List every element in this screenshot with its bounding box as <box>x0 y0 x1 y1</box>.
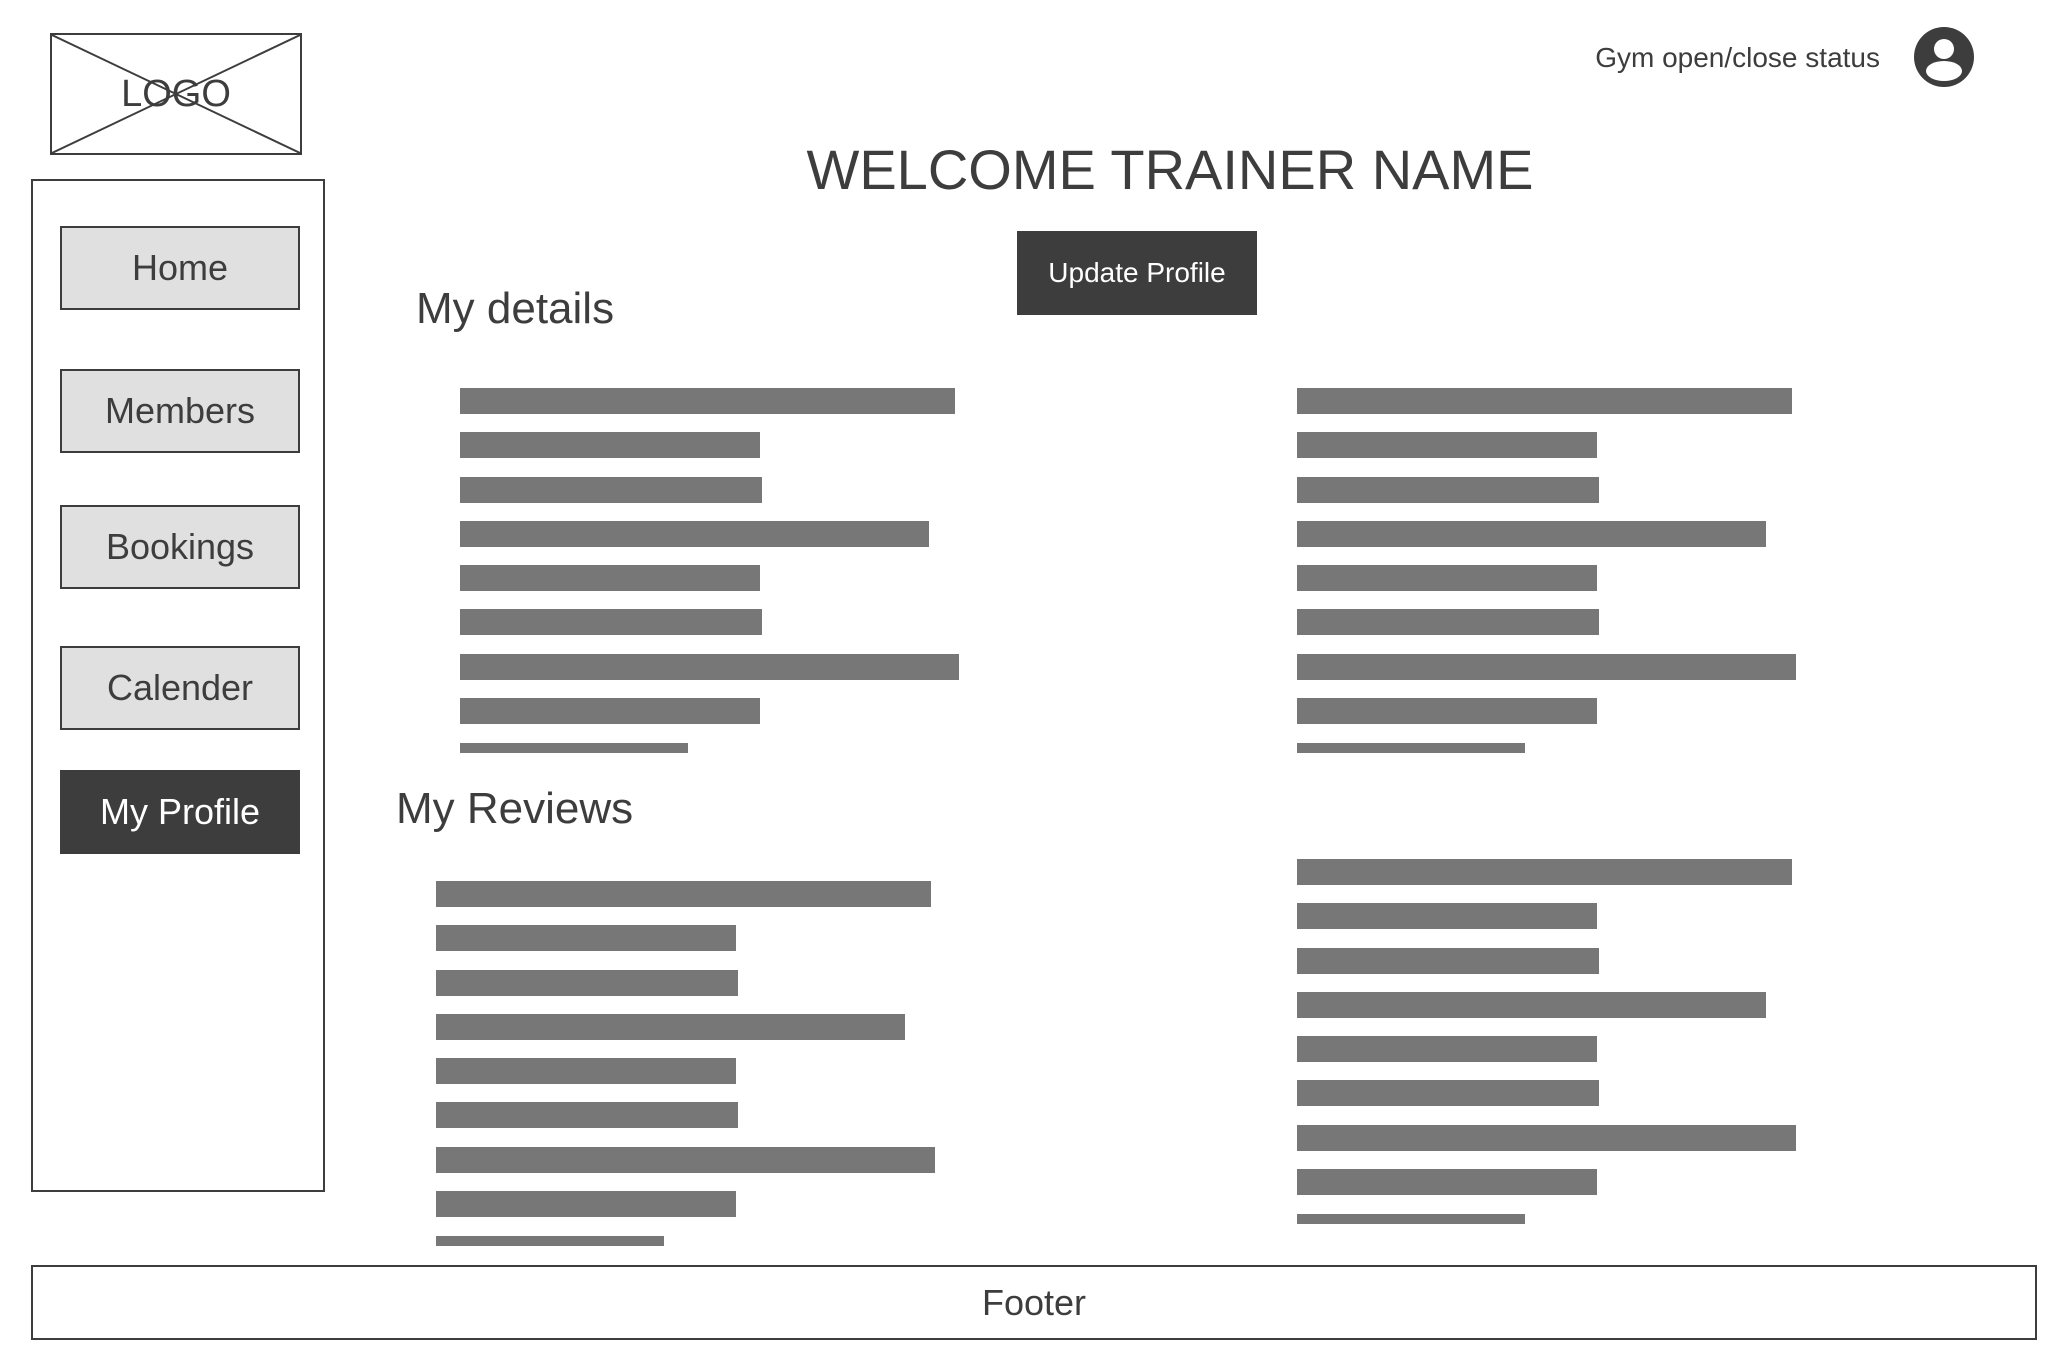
text-placeholder-line <box>436 881 931 907</box>
text-placeholder-line <box>460 432 760 458</box>
text-placeholder-line <box>1297 859 1792 885</box>
text-placeholder-line <box>1297 477 1599 503</box>
text-placeholder-line <box>1297 432 1597 458</box>
text-placeholder-line <box>436 1014 905 1040</box>
text-placeholder-line <box>436 925 736 951</box>
text-placeholder-line <box>1297 1214 1525 1224</box>
text-placeholder-line <box>460 698 760 724</box>
text-placeholder-line <box>1297 1169 1597 1195</box>
sidebar: Home Members Bookings Calender My Profil… <box>31 179 325 1192</box>
text-placeholder-line <box>1297 903 1597 929</box>
sidebar-item-bookings[interactable]: Bookings <box>60 505 300 589</box>
text-placeholder-line <box>460 565 760 591</box>
page-title: WELCOME TRAINER NAME <box>806 138 1534 201</box>
text-placeholder-line <box>460 609 762 635</box>
update-profile-button[interactable]: Update Profile <box>1017 231 1257 315</box>
text-placeholder-line <box>1297 992 1766 1018</box>
text-placeholder-line <box>460 654 959 680</box>
footer: Footer <box>31 1265 2037 1340</box>
text-placeholder-line <box>1297 609 1599 635</box>
text-placeholder-line <box>460 743 688 753</box>
sidebar-item-home[interactable]: Home <box>60 226 300 310</box>
text-placeholder-line <box>1297 948 1599 974</box>
text-placeholder-line <box>436 1058 736 1084</box>
text-placeholder-line <box>1297 743 1525 753</box>
text-placeholder-line <box>436 1236 664 1246</box>
gym-status-text: Gym open/close status <box>1595 42 1880 73</box>
text-placeholder-line <box>1297 388 1792 414</box>
sidebar-item-calender[interactable]: Calender <box>60 646 300 730</box>
text-placeholder-line <box>460 477 762 503</box>
user-avatar-icon[interactable] <box>1912 25 1976 89</box>
text-placeholder-line <box>460 388 955 414</box>
text-placeholder-line <box>1297 1036 1597 1062</box>
text-placeholder-line <box>1297 1080 1599 1106</box>
text-placeholder-line <box>1297 565 1597 591</box>
text-placeholder-line <box>1297 698 1597 724</box>
logo-label: LOGO <box>121 73 231 115</box>
text-placeholder-line <box>436 970 738 996</box>
sidebar-item-members[interactable]: Members <box>60 369 300 453</box>
text-placeholder-line <box>1297 654 1796 680</box>
reviews-section-title: My Reviews <box>396 784 634 833</box>
sidebar-item-my-profile[interactable]: My Profile <box>60 770 300 854</box>
text-placeholder-line <box>1297 1125 1796 1151</box>
logo[interactable]: LOGO <box>50 33 302 155</box>
text-placeholder-line <box>1297 521 1766 547</box>
text-placeholder-line <box>436 1191 736 1217</box>
text-placeholder-line <box>436 1102 738 1128</box>
details-section-title: My details <box>416 284 615 333</box>
text-placeholder-line <box>436 1147 935 1173</box>
text-placeholder-line <box>460 521 929 547</box>
